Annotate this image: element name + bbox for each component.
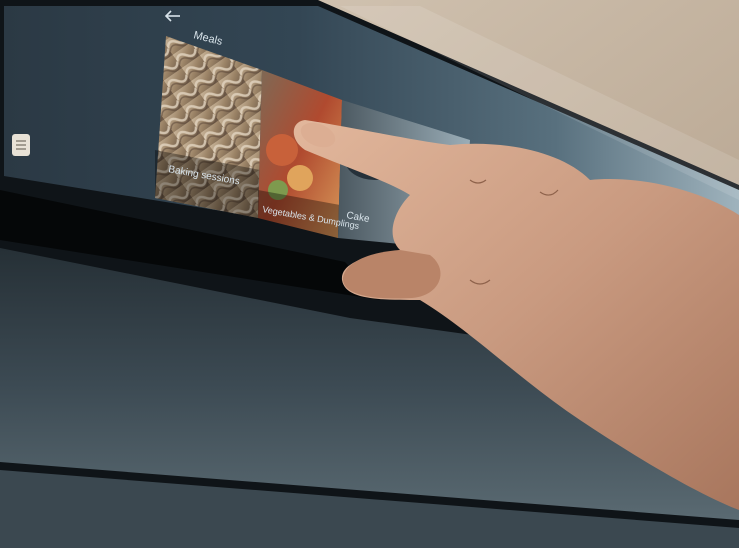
oven-photo: Meals Baking sessions Vegetables & Dumpl… <box>0 0 739 548</box>
menu-book-icon[interactable] <box>12 134 30 156</box>
oven-photo-scene: Meals Baking sessions Vegetables & Dumpl… <box>0 0 739 548</box>
